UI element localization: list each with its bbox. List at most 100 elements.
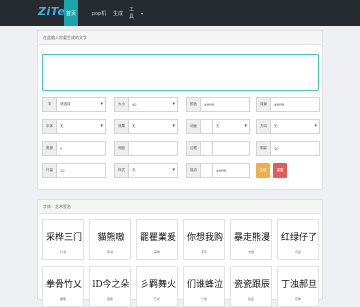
color-input[interactable]: #ffffff bbox=[200, 97, 250, 112]
shadow-input[interactable]: 10 bbox=[270, 141, 320, 156]
direction-select[interactable]: 无 bbox=[270, 119, 320, 134]
gallery-tile-caption: 篆体 bbox=[153, 250, 160, 254]
shadow-input-group: 阴影 10 bbox=[256, 141, 320, 156]
stroke-label: 描边 bbox=[186, 163, 200, 178]
nav-item-tools-label: 工具 bbox=[129, 7, 135, 20]
gallery-tile[interactable]: 采桦三门 行书 bbox=[42, 219, 84, 260]
gallery-tile[interactable]: 瓷瓷跟辰 签名 bbox=[230, 266, 272, 307]
gallery-tile-art: 们谁蜂泣 bbox=[186, 279, 223, 290]
gallery-tile[interactable]: 红绿仔了 可爱 bbox=[277, 219, 319, 260]
border-label: 边框 bbox=[186, 141, 200, 156]
gallery-card: 字体 · 艺术签名 采桦三门 行书 貓熊嗷 草书 罷瞿業爰 篆体 你想我购 手写 暴走熊漫 卡通红… bbox=[37, 199, 323, 307]
generate-button[interactable]: 生成 bbox=[256, 163, 270, 178]
text-input[interactable] bbox=[42, 54, 319, 91]
spacing-input[interactable] bbox=[128, 141, 178, 156]
shadow-label: 阴影 bbox=[256, 141, 270, 156]
effect-select[interactable]: 无 bbox=[128, 119, 178, 134]
direction-label: 方向 bbox=[256, 119, 270, 134]
size-select[interactable]: 40 bbox=[128, 97, 178, 112]
animation-label: 动画 bbox=[186, 119, 200, 134]
gallery-tile-art: 彡羁舞火 bbox=[139, 279, 176, 290]
animation-select[interactable]: 无 bbox=[212, 119, 250, 134]
gallery-tile-art: 罷瞿業爰 bbox=[139, 232, 176, 243]
color-input-group: 颜色 #ffffff bbox=[186, 97, 250, 112]
nav-item-tools[interactable]: 工具 ▾ bbox=[129, 0, 143, 26]
pattern-label: 样式 bbox=[114, 163, 128, 178]
stroke-input[interactable]: #ffffff bbox=[212, 163, 250, 178]
line-height-input-group: 行高 10 bbox=[42, 163, 106, 178]
pattern-select-group: 样式 无 bbox=[114, 163, 178, 178]
stroke-input-group: 描边 #ffffff bbox=[186, 163, 250, 178]
gallery-tile[interactable]: 们谁蜂泣 个性 bbox=[183, 266, 225, 307]
border-prefix bbox=[200, 141, 212, 156]
gallery-tile-art: lD今之朵 bbox=[92, 279, 130, 290]
gallery-tile-art: 瓷瓷跟辰 bbox=[233, 279, 270, 290]
gallery-tile-art: 暴走熊漫 bbox=[233, 232, 270, 243]
font-select[interactable]: 请选择 bbox=[56, 97, 106, 112]
settings-card-title: 在此输入你要生成的文字 bbox=[38, 31, 322, 45]
nav-item-pop[interactable]: pop机 bbox=[90, 0, 108, 26]
size-select-group: 大小 40 bbox=[114, 97, 178, 112]
gallery-tile-caption: 签名 bbox=[247, 297, 254, 301]
gallery-title: 字体 · 艺术签名 bbox=[38, 200, 322, 214]
chevron-down-icon: ▾ bbox=[140, 10, 143, 16]
background-label: 背景 bbox=[256, 97, 270, 112]
stroke-prefix bbox=[200, 163, 212, 178]
angle-label: 角度 bbox=[42, 141, 56, 156]
gallery-tile-caption: 手写 bbox=[200, 250, 207, 254]
line-height-input[interactable]: 10 bbox=[56, 163, 106, 178]
line-height-label: 行高 bbox=[42, 163, 56, 178]
style-label: 字体 bbox=[42, 119, 56, 134]
spacing-input-group: 间距 bbox=[114, 141, 178, 156]
direction-select-group: 方向 无 bbox=[256, 119, 320, 134]
border-input[interactable] bbox=[212, 141, 250, 156]
gallery-tile[interactable]: 拳骨竹乂 硬笔 bbox=[42, 266, 84, 307]
background-input[interactable]: #ffffff bbox=[270, 97, 320, 112]
gallery-tile-caption: 花体 bbox=[294, 297, 301, 301]
gallery-tile-caption: 可爱 bbox=[294, 250, 301, 254]
color-label: 颜色 bbox=[186, 97, 200, 112]
gallery-tile[interactable]: 彡羁舞火 艺术 bbox=[136, 266, 178, 307]
gallery-tile[interactable]: 丁浊郝旦 花体 bbox=[277, 266, 319, 307]
settings-row-4: 行高 10 样式 无 描边 #ffffff 生成 重置 bbox=[42, 163, 320, 178]
gallery-tile-art: 拳骨竹乂 bbox=[45, 279, 82, 290]
angle-input-group: 角度 0 bbox=[42, 141, 106, 156]
gallery-tile-caption: 草书 bbox=[106, 250, 113, 254]
gallery-tile[interactable]: 罷瞿業爰 篆体 bbox=[136, 219, 178, 260]
gallery-tile-caption: 硬笔 bbox=[59, 297, 66, 301]
nav-item-generate[interactable]: 生成 bbox=[112, 0, 124, 26]
animation-select-group: 动画 无 bbox=[186, 119, 250, 134]
top-navbar: ZiTee 首页 pop机 生成 工具 ▾ bbox=[0, 0, 360, 26]
effect-label: 效果 bbox=[114, 119, 128, 134]
gallery-tile[interactable]: lD今之朵连笔 bbox=[89, 266, 131, 307]
spacing-label: 间距 bbox=[114, 141, 128, 156]
settings-row-2: 字体 无 效果 无 动画 无 方向 无 bbox=[42, 119, 320, 134]
gallery-tile-caption: 连笔 bbox=[106, 297, 113, 301]
pattern-select[interactable]: 无 bbox=[128, 163, 178, 178]
gallery-tile-art: 貓熊嗷 bbox=[97, 232, 125, 243]
background-input-group: 背景 #ffffff bbox=[256, 97, 320, 112]
animation-prefix bbox=[200, 119, 212, 134]
gallery-tile-art: 采桦三门 bbox=[45, 232, 82, 243]
gallery-tile-caption: 个性 bbox=[200, 297, 207, 301]
style-select-group: 字体 无 bbox=[42, 119, 106, 134]
reset-button[interactable]: 重置 bbox=[273, 163, 287, 178]
gallery-tile-art: 你想我购 bbox=[186, 232, 223, 243]
border-input-group: 边框 bbox=[186, 141, 250, 156]
gallery-tile[interactable]: 貓熊嗷 草书 bbox=[89, 219, 131, 260]
gallery-tile[interactable]: 暴走熊漫 卡通 bbox=[230, 219, 272, 260]
font-select-group: 字 请选择 bbox=[42, 97, 106, 112]
settings-row-3: 角度 0 间距 边框 阴影 10 bbox=[42, 141, 320, 156]
gallery-tile-caption: 卡通 bbox=[247, 250, 254, 254]
gallery-tile-art: 丁浊郝旦 bbox=[280, 279, 317, 290]
angle-input[interactable]: 0 bbox=[56, 141, 106, 156]
gallery-tile-art: 红绿仔了 bbox=[280, 232, 317, 243]
gallery-tile-caption: 行书 bbox=[59, 250, 66, 254]
style-select[interactable]: 无 bbox=[56, 119, 106, 134]
font-label: 字 bbox=[42, 97, 56, 112]
gallery-tile[interactable]: 你想我购 手写 bbox=[183, 219, 225, 260]
nav-item-home[interactable]: 首页 bbox=[64, 0, 78, 26]
gallery-tile-caption: 艺术 bbox=[153, 297, 160, 301]
effect-select-group: 效果 无 bbox=[114, 119, 178, 134]
settings-row-1: 字 请选择 大小 40 颜色 #ffffff 背景 #ffffff bbox=[42, 97, 320, 112]
